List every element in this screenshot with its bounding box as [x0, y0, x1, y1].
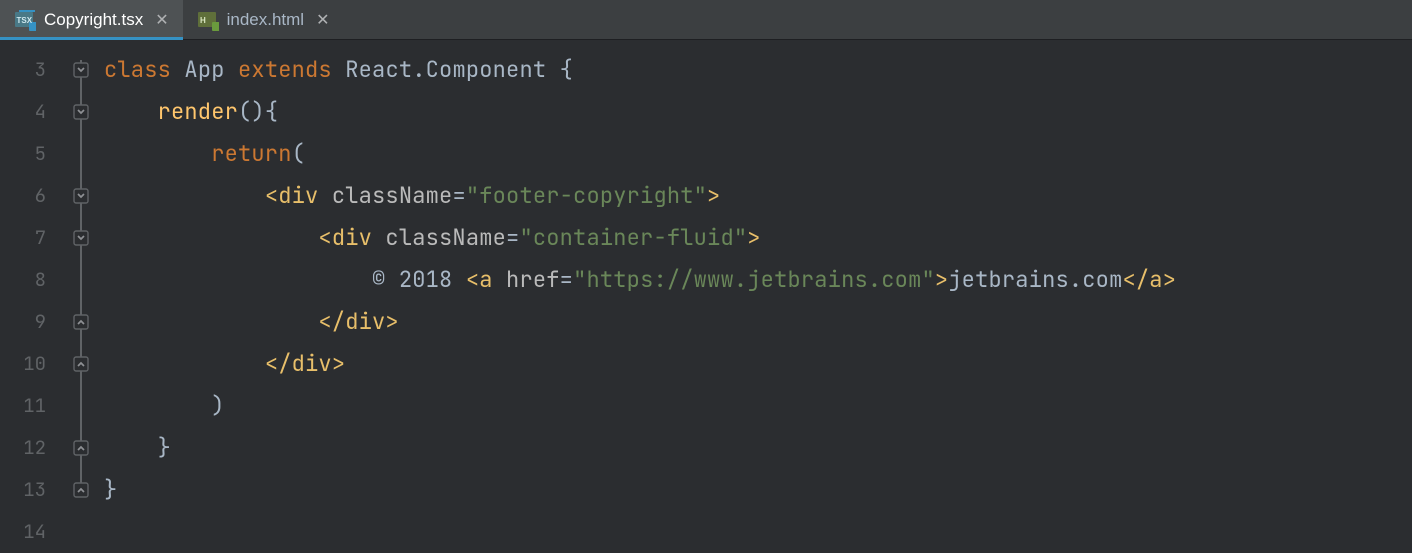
- line-number: 14: [0, 511, 64, 553]
- svg-text:TSX: TSX: [17, 16, 33, 25]
- code-editor[interactable]: 3 4 5 6 7 8 9 10 11 12 13 14: [0, 40, 1412, 550]
- line-number: 4: [0, 91, 64, 133]
- code-area[interactable]: class App extends React.Component { rend…: [98, 40, 1412, 550]
- text-copyright: © 2018: [372, 265, 466, 294]
- fold-toggle[interactable]: [64, 427, 98, 469]
- equals: =: [506, 223, 519, 252]
- paren: ): [211, 391, 224, 420]
- tag-close-open: </: [265, 349, 292, 378]
- fold-toggle[interactable]: [64, 175, 98, 217]
- brace: {: [265, 97, 278, 126]
- tag-close: >: [747, 223, 760, 252]
- tab-copyright-tsx[interactable]: TSX Copyright.tsx ✕: [0, 0, 183, 39]
- attr-href: href: [506, 265, 560, 294]
- fold-column: [64, 40, 98, 550]
- parens: (): [238, 97, 265, 126]
- tag-a: a: [1149, 265, 1162, 294]
- string-url: "https://www.jetbrains.com": [573, 265, 935, 294]
- line-number: 9: [0, 301, 64, 343]
- tab-index-html[interactable]: H index.html ✕: [183, 0, 344, 39]
- html-file-icon: H: [197, 9, 219, 31]
- line-number: 3: [0, 49, 64, 91]
- tab-label: Copyright.tsx: [44, 10, 143, 30]
- tag-div: div: [345, 307, 385, 336]
- string-container: "container-fluid": [519, 223, 747, 252]
- equals: =: [560, 265, 573, 294]
- text-jetbrains: jetbrains.com: [948, 265, 1122, 294]
- line-number-gutter: 3 4 5 6 7 8 9 10 11 12 13 14: [0, 40, 64, 550]
- tag-close-open: </: [318, 307, 345, 336]
- fold-toggle[interactable]: [64, 301, 98, 343]
- tag-close: >: [1163, 265, 1176, 294]
- tab-label: index.html: [227, 10, 304, 30]
- close-icon[interactable]: ✕: [316, 10, 329, 30]
- tag-open: <: [318, 223, 331, 252]
- fold-toggle[interactable]: [64, 343, 98, 385]
- classname-app: App: [184, 55, 224, 84]
- line-number: 7: [0, 217, 64, 259]
- equals: =: [452, 181, 465, 210]
- fold-toggle[interactable]: [64, 91, 98, 133]
- tag-div: div: [292, 349, 332, 378]
- fold-toggle[interactable]: [64, 469, 98, 511]
- line-number: 5: [0, 133, 64, 175]
- line-number: 6: [0, 175, 64, 217]
- tag-div: div: [278, 181, 318, 210]
- tag-open: <: [466, 265, 479, 294]
- close-icon[interactable]: ✕: [155, 10, 168, 30]
- keyword-extends: extends: [238, 55, 332, 84]
- tag-close: >: [332, 349, 345, 378]
- tag-close: >: [385, 307, 398, 336]
- tag-close: >: [935, 265, 948, 294]
- svg-text:H: H: [200, 16, 206, 25]
- string-footer: "footer-copyright": [466, 181, 707, 210]
- method-render: render: [158, 97, 238, 126]
- paren: (: [292, 139, 305, 168]
- attr-classname: className: [385, 223, 506, 252]
- tag-div: div: [332, 223, 372, 252]
- react-component: React.Component: [345, 55, 546, 84]
- fold-toggle[interactable]: [64, 217, 98, 259]
- tsx-file-icon: TSX: [14, 9, 36, 31]
- line-number: 11: [0, 385, 64, 427]
- line-number: 13: [0, 469, 64, 511]
- tag-close: >: [707, 181, 720, 210]
- editor-tabs: TSX Copyright.tsx ✕ H index.html ✕: [0, 0, 1412, 40]
- brace: }: [104, 475, 117, 504]
- line-number: 10: [0, 343, 64, 385]
- attr-classname: className: [332, 181, 453, 210]
- keyword-return: return: [211, 139, 291, 168]
- tag-close-open: </: [1122, 265, 1149, 294]
- brace: }: [158, 433, 171, 462]
- tag-open: <: [265, 181, 278, 210]
- fold-toggle[interactable]: [64, 49, 98, 91]
- keyword-class: class: [104, 55, 171, 84]
- line-number: 12: [0, 427, 64, 469]
- tag-a: a: [479, 265, 492, 294]
- brace: {: [560, 55, 573, 84]
- line-number: 8: [0, 259, 64, 301]
